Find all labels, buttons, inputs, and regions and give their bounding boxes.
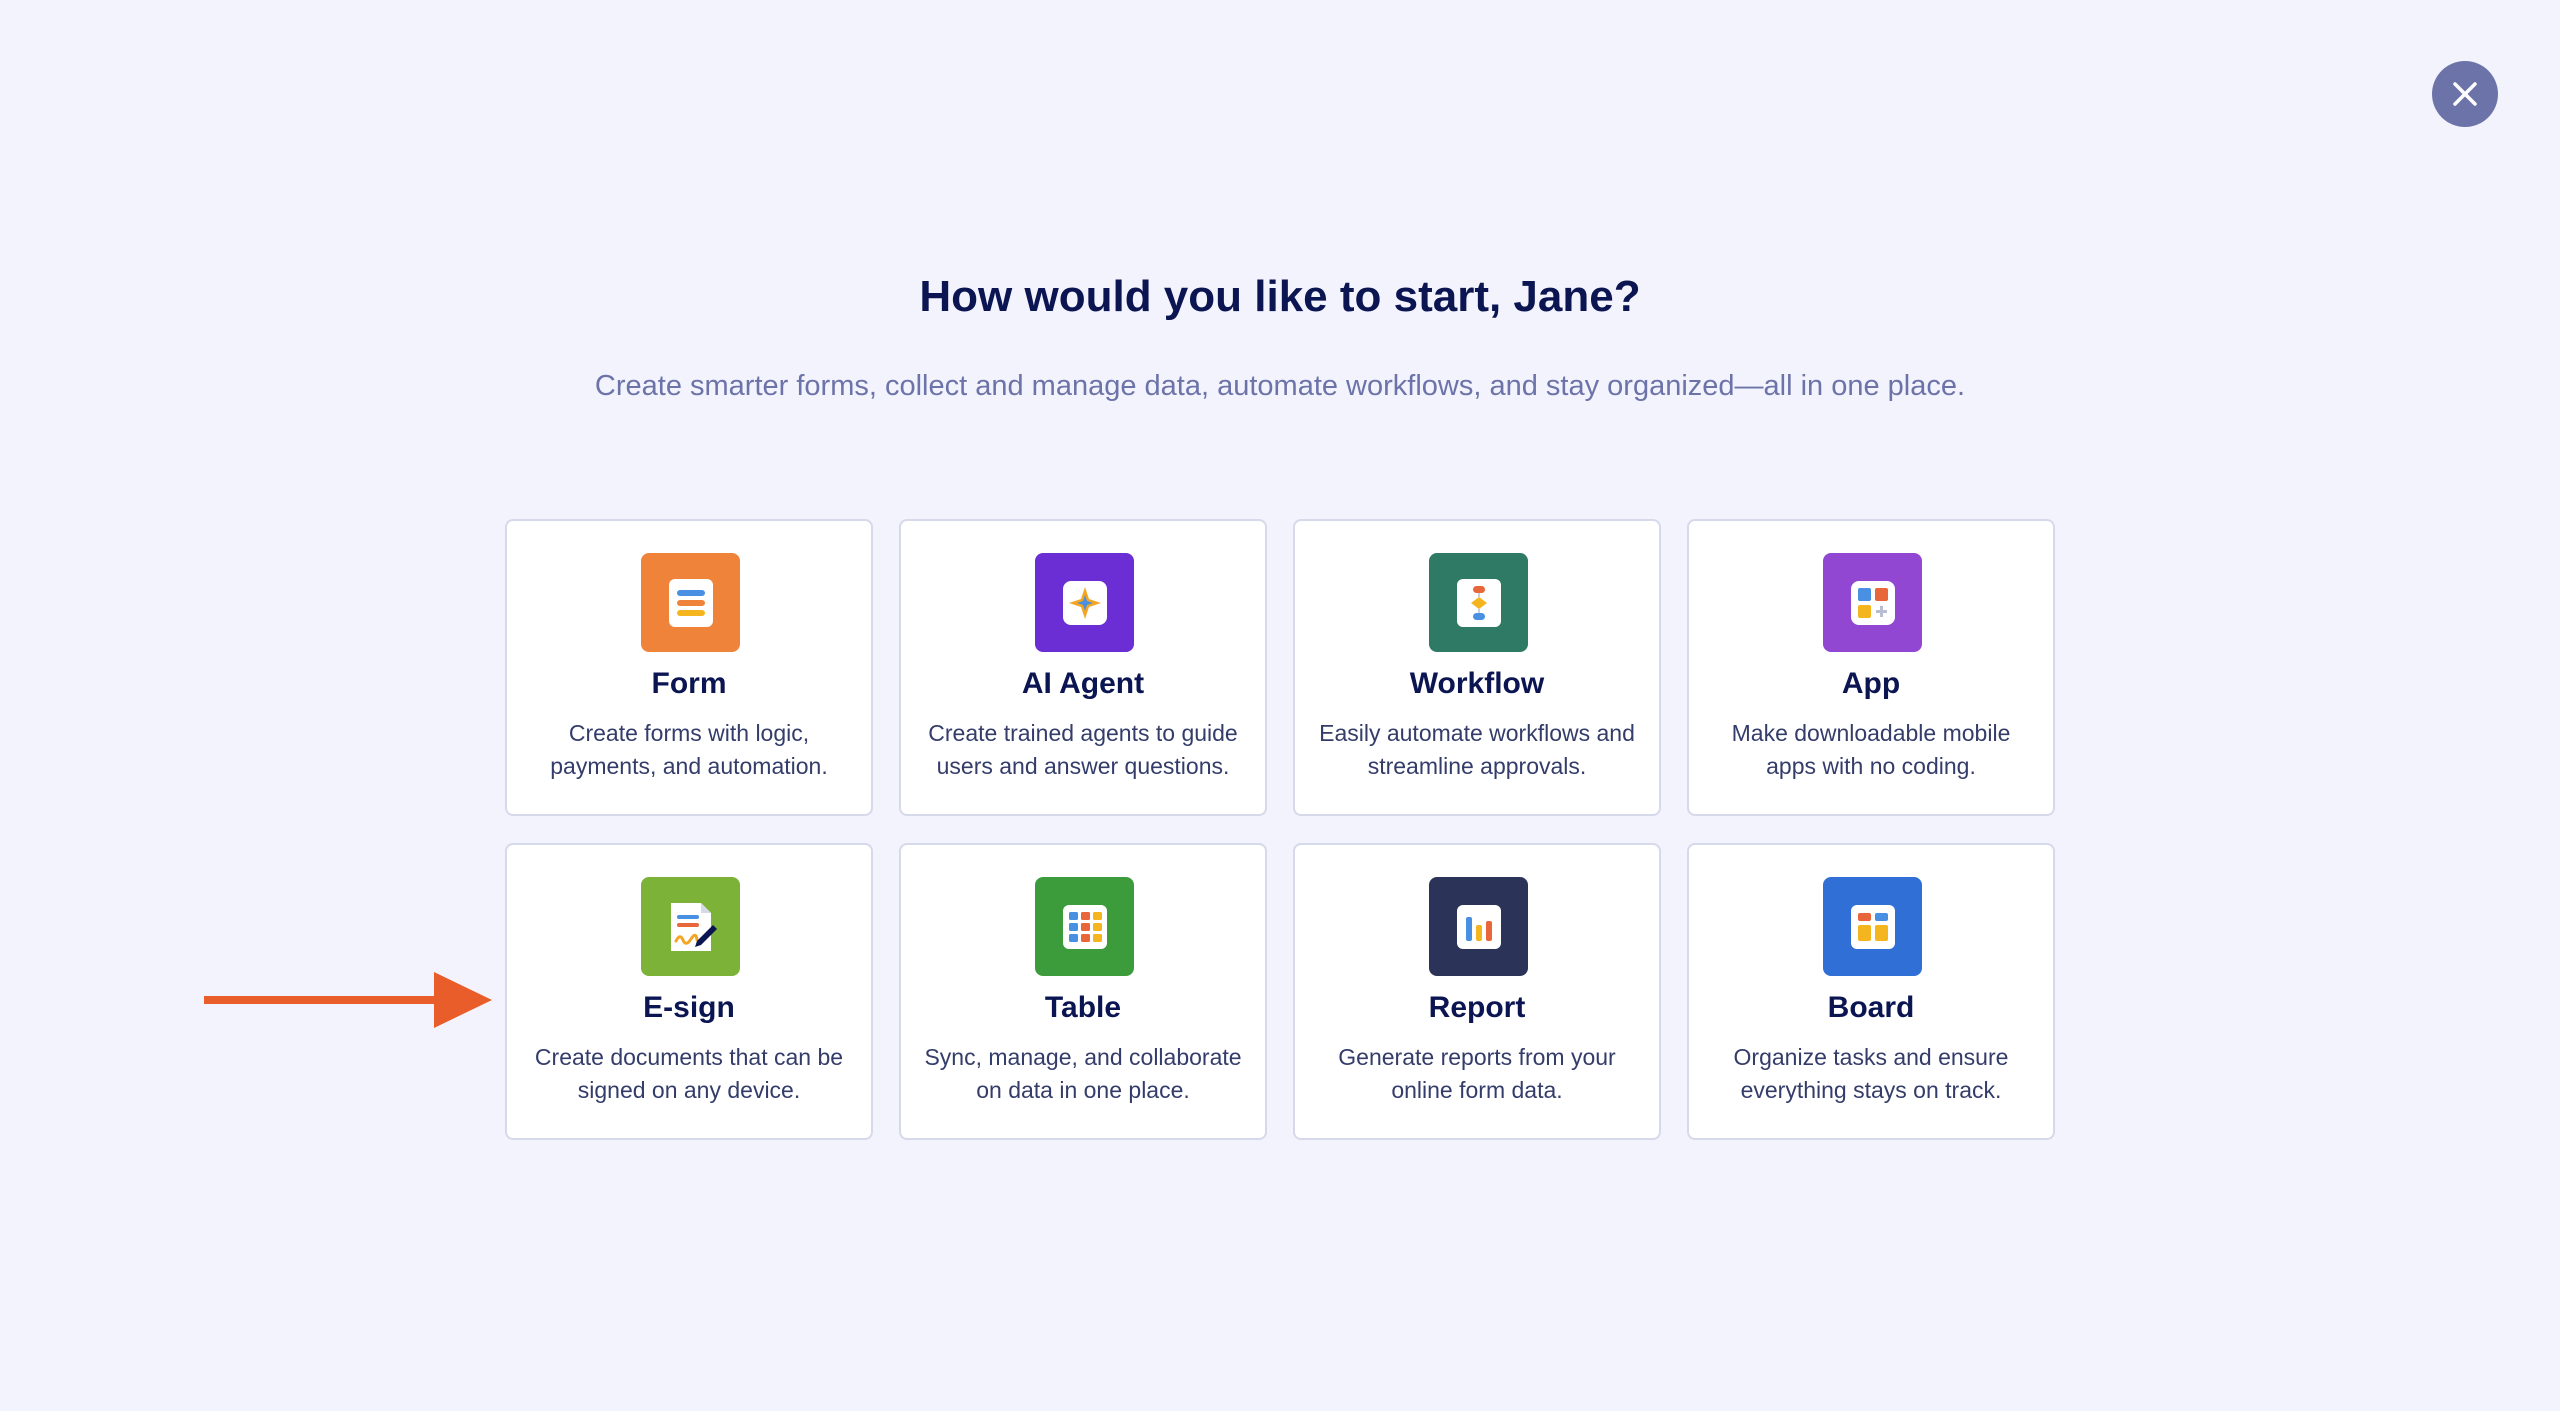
card-workflow[interactable]: Workflow Easily automate workflows and s… <box>1293 519 1661 816</box>
card-board[interactable]: Board Organize tasks and ensure everythi… <box>1687 843 2055 1140</box>
card-description: Organize tasks and ensure everything sta… <box>1733 1044 2009 1103</box>
workflow-icon <box>1429 553 1528 652</box>
form-icon <box>641 553 740 652</box>
page-subtitle: Create smarter forms, collect and manage… <box>594 370 1966 402</box>
card-description: Make downloadable mobile apps with no co… <box>1731 720 2011 779</box>
report-icon <box>1429 877 1528 976</box>
card-description: Easily automate workflows and streamline… <box>1319 720 1635 779</box>
page-title: How would you like to start, Jane? <box>919 272 1641 321</box>
close-button[interactable] <box>2432 61 2498 127</box>
card-title: Workflow <box>1409 667 1545 700</box>
card-title: Board <box>1827 991 1915 1024</box>
board-icon <box>1823 877 1922 976</box>
card-description: Create trained agents to guide users and… <box>928 720 1238 779</box>
card-ai-agent[interactable]: AI Agent Create trained agents to guide … <box>899 519 1267 816</box>
ai-agent-icon <box>1035 553 1134 652</box>
card-title: App <box>1841 667 1901 700</box>
card-title: Form <box>651 667 727 700</box>
card-description: Generate reports from your online form d… <box>1338 1044 1616 1103</box>
card-title: Table <box>1044 991 1122 1024</box>
card-title: AI Agent <box>1021 667 1145 700</box>
card-title: Report <box>1428 991 1526 1024</box>
card-esign[interactable]: E-sign Create documents that can be sign… <box>505 843 873 1140</box>
card-description: Create documents that can be signed on a… <box>534 1044 844 1103</box>
card-description: Sync, manage, and collaborate on data in… <box>924 1044 1242 1103</box>
card-table[interactable]: Table Sync, manage, and collaborate on d… <box>899 843 1267 1140</box>
table-icon <box>1035 877 1134 976</box>
esign-icon <box>641 877 740 976</box>
card-report[interactable]: Report Generate reports from your online… <box>1293 843 1661 1140</box>
app-icon <box>1823 553 1922 652</box>
card-app[interactable]: App Make downloadable mobile apps with n… <box>1687 519 2055 816</box>
arrow-right-icon <box>204 972 492 1028</box>
close-icon <box>2453 82 2477 106</box>
card-description: Create forms with logic, payments, and a… <box>550 720 828 779</box>
card-form[interactable]: Form Create forms with logic, payments, … <box>505 519 873 816</box>
card-title: E-sign <box>643 991 735 1024</box>
